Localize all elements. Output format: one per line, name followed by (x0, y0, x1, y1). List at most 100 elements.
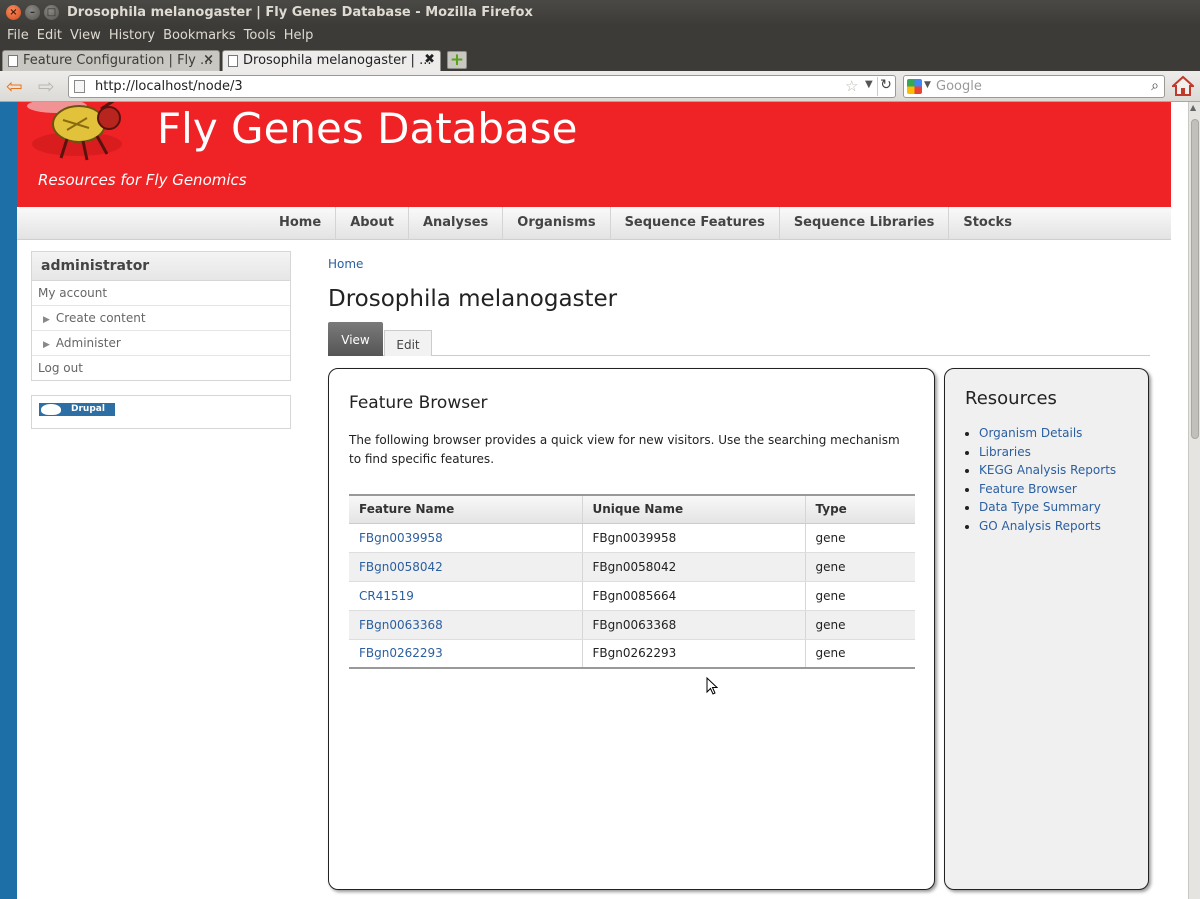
feature-name-link[interactable]: FBgn0058042 (349, 552, 582, 582)
google-engine-icon[interactable] (907, 79, 922, 94)
reload-icon[interactable]: ↻ (877, 77, 894, 96)
browser-tab-label: Feature Configuration | Fly ... (23, 53, 213, 68)
administer-link[interactable]: ▶ Administer (32, 331, 290, 356)
menu-view[interactable]: View (70, 26, 106, 48)
menu-bar: File Edit View History Bookmarks Tools H… (0, 26, 1200, 48)
page-viewport: Fly Genes Database Resources for Fly Gen… (0, 102, 1188, 899)
drupal-icon (41, 404, 61, 415)
unique-name-cell: FBgn0058042 (581, 552, 805, 582)
site-name[interactable]: Fly Genes Database (157, 104, 578, 153)
menu-file[interactable]: File (7, 26, 34, 48)
type-cell: gene (804, 610, 915, 640)
menu-tools[interactable]: Tools (244, 26, 281, 48)
nav-organisms[interactable]: Organisms (503, 207, 611, 240)
feature-name-link[interactable]: FBgn0039958 (349, 523, 582, 553)
nav-home[interactable]: Home (265, 207, 337, 240)
menu-history[interactable]: History (109, 26, 160, 48)
list-item: Organism Details (979, 424, 1116, 443)
nav-sequence-features[interactable]: Sequence Features (611, 207, 780, 240)
resource-link-data-type-summary[interactable]: Data Type Summary (979, 500, 1101, 514)
user-block-title: administrator (32, 252, 290, 281)
table-row: FBgn0063368 FBgn0063368 gene (349, 610, 915, 640)
unique-name-cell: FBgn0039958 (581, 523, 805, 553)
new-tab-icon[interactable]: + (447, 51, 467, 69)
tab-close-icon[interactable]: × (203, 52, 214, 67)
document-icon (74, 80, 85, 93)
tab-view[interactable]: View (328, 322, 383, 356)
back-arrow-icon[interactable]: ⇦ (6, 76, 23, 96)
drupal-badge[interactable]: Drupal (39, 403, 115, 416)
feature-browser-panel: Feature Browser The following browser pr… (328, 368, 935, 890)
resource-link-kegg[interactable]: KEGG Analysis Reports (979, 463, 1116, 477)
engine-dropdown-icon[interactable]: ▼ (924, 80, 931, 90)
scrollbar-thumb[interactable] (1191, 119, 1199, 439)
menu-bookmarks[interactable]: Bookmarks (163, 26, 241, 48)
url-text[interactable]: http://localhost/node/3 (95, 79, 243, 94)
window-controls: × – □ (6, 5, 59, 20)
column-header-feature-name: Feature Name (349, 494, 582, 524)
window-maximize-button[interactable]: □ (44, 5, 59, 20)
feature-name-link[interactable]: FBgn0262293 (349, 639, 582, 669)
nav-analyses[interactable]: Analyses (409, 207, 504, 240)
tab-close-icon[interactable]: ✖ (424, 52, 435, 67)
search-bar: ▼ ⌕ (903, 75, 1165, 98)
vertical-scrollbar[interactable]: ▲ (1188, 102, 1200, 899)
bookmark-star-icon[interactable]: ☆ (845, 77, 858, 95)
log-out-link[interactable]: Log out (32, 356, 290, 381)
column-header-type: Type (804, 494, 915, 524)
browser-tab-feature-configuration[interactable]: Feature Configuration | Fly ... × (2, 50, 220, 71)
nav-about[interactable]: About (336, 207, 409, 240)
feature-name-link[interactable]: FBgn0063368 (349, 610, 582, 640)
create-content-label: Create content (55, 311, 146, 325)
tab-edit[interactable]: Edit (384, 330, 432, 356)
list-item: Libraries (979, 443, 1116, 462)
primary-navigation: Home About Analyses Organisms Sequence F… (17, 207, 1171, 240)
type-cell: gene (804, 523, 915, 553)
list-item: Feature Browser (979, 480, 1116, 499)
type-cell: gene (804, 552, 915, 582)
expand-triangle-icon: ▶ (43, 340, 50, 350)
menu-help[interactable]: Help (284, 26, 319, 48)
resource-link-feature-browser[interactable]: Feature Browser (979, 482, 1077, 496)
resource-link-go-analysis[interactable]: GO Analysis Reports (979, 519, 1101, 533)
powered-by-block: Drupal (31, 395, 291, 429)
page-title: Drosophila melanogaster (328, 286, 618, 312)
resource-link-organism-details[interactable]: Organism Details (979, 426, 1082, 440)
type-cell: gene (804, 581, 915, 611)
resources-list: Organism Details Libraries KEGG Analysis… (979, 424, 1116, 536)
nav-stocks[interactable]: Stocks (949, 207, 1026, 240)
forward-arrow-icon[interactable]: ⇨ (38, 76, 55, 96)
unique-name-cell: FBgn0085664 (581, 581, 805, 611)
my-account-link[interactable]: My account (32, 281, 290, 306)
document-icon (228, 55, 238, 67)
window-titlebar: × – □ Drosophila melanogaster | Fly Gene… (0, 0, 1200, 26)
nav-sequence-libraries[interactable]: Sequence Libraries (780, 207, 950, 240)
type-cell: gene (804, 639, 915, 669)
url-history-dropdown-icon[interactable]: ▼ (865, 79, 873, 90)
url-bar[interactable]: http://localhost/node/3 ☆ ▼ ↻ (68, 75, 896, 98)
home-icon[interactable] (1172, 75, 1194, 97)
resource-link-libraries[interactable]: Libraries (979, 445, 1031, 459)
drupal-badge-label: Drupal (71, 404, 105, 414)
column-header-unique-name: Unique Name (581, 494, 805, 524)
table-row: CR41519 FBgn0085664 gene (349, 581, 915, 611)
breadcrumb-home[interactable]: Home (328, 257, 363, 271)
window-close-button[interactable]: × (6, 5, 21, 20)
resources-panel: Resources Organism Details Libraries KEG… (944, 368, 1149, 890)
scroll-up-icon[interactable]: ▲ (1190, 103, 1196, 112)
list-item: Data Type Summary (979, 498, 1116, 517)
page-background-edge (0, 102, 17, 899)
list-item: GO Analysis Reports (979, 517, 1116, 536)
page-tabs: View Edit (328, 322, 1150, 356)
feature-name-link[interactable]: CR41519 (349, 581, 582, 611)
fly-logo-icon[interactable] (27, 102, 147, 164)
feature-browser-description: The following browser provides a quick v… (349, 433, 900, 466)
menu-edit[interactable]: Edit (37, 26, 67, 48)
mouse-cursor-icon (706, 677, 718, 695)
window-minimize-button[interactable]: – (25, 5, 40, 20)
create-content-link[interactable]: ▶ Create content (32, 306, 290, 331)
document-icon (8, 55, 18, 67)
search-input[interactable] (936, 78, 1136, 95)
search-magnifier-icon[interactable]: ⌕ (1151, 78, 1159, 94)
browser-tab-drosophila[interactable]: Drosophila melanogaster | ... ✖ (222, 50, 441, 71)
